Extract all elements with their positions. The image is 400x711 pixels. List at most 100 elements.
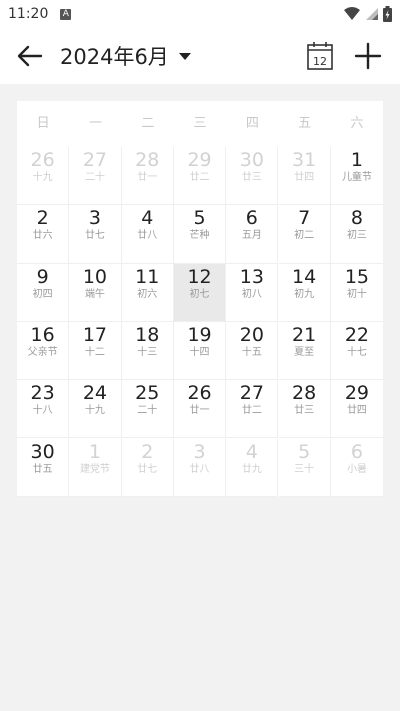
day-cell[interactable]: 14 初九 [278,263,331,322]
day-cell[interactable]: 20 十五 [226,321,279,381]
lunar-label: 二十 [84,172,105,183]
caret-down-icon [178,52,191,60]
day-cell[interactable]: 4 廿九 [226,438,279,497]
lunar-label: 初二 [294,230,315,242]
day-cell[interactable]: 29 廿二 [173,147,227,206]
day-cell[interactable]: 6 五月 [226,205,279,264]
lunar-label: 廿二 [189,172,210,183]
lunar-label: 十四 [189,346,210,358]
day-cell[interactable]: 2 廿六 [17,205,70,264]
day-number: 27 [239,382,264,405]
day-cell[interactable]: 19 十四 [173,321,227,381]
weekday-thu: 四 [245,116,259,131]
day-cell[interactable]: 18 十三 [121,321,174,381]
day-cell[interactable]: 30 廿三 [226,147,279,206]
lunar-label: 初六 [137,288,158,300]
day-cell[interactable]: 30 廿五 [17,438,70,497]
lunar-label: 端午 [84,288,105,300]
day-number: 23 [30,382,55,405]
day-cell[interactable]: 10 端午 [69,263,122,322]
day-number: 9 [36,265,49,288]
lunar-label: 廿五 [32,463,53,475]
lunar-label: 十三 [137,346,158,358]
day-number: 1 [350,149,363,171]
lunar-label: 廿六 [32,230,53,242]
day-number: 4 [245,440,258,463]
weekday-sun: 日 [36,116,50,131]
day-number: 25 [135,382,160,405]
day-cell[interactable]: 28 廿一 [121,147,174,206]
day-cell[interactable]: 13 初八 [226,263,279,322]
weekday-header: 日 一 二 三 四 五 六 [17,101,383,147]
day-cell[interactable]: 4 廿八 [121,205,174,264]
lunar-label: 五月 [241,230,262,242]
lunar-label: 廿七 [137,463,158,475]
weekday-sat: 六 [350,116,364,131]
day-number: 16 [30,323,55,346]
day-number: 7 [298,207,311,230]
day-cell[interactable]: 28 廿三 [278,380,331,439]
day-cell[interactable]: 21 夏至 [278,321,331,381]
lunar-label: 二十 [137,405,158,417]
day-number: 13 [239,265,264,288]
battery-icon [383,6,392,22]
lunar-label: 十九 [32,172,53,183]
day-number: 27 [82,149,108,171]
day-cell[interactable]: 26 廿一 [173,380,227,439]
day-cell[interactable]: 23 十八 [17,380,70,439]
lunar-label: 初八 [241,288,262,300]
day-cell[interactable]: 27 二十 [69,147,122,206]
arrow-left-icon [17,45,43,67]
day-cell[interactable]: 1 儿童节 [330,147,384,206]
day-cell[interactable]: 11 初六 [121,263,174,322]
day-cell[interactable]: 9 初四 [17,263,70,322]
lunar-label: 廿八 [137,230,158,242]
day-cell[interactable]: 29 廿四 [330,380,384,439]
day-cell[interactable]: 6 小暑 [330,439,384,497]
day-number: 2 [141,440,154,463]
lunar-label: 初四 [32,288,53,300]
back-button[interactable] [16,42,44,70]
add-event-button[interactable] [354,42,382,70]
day-cell[interactable]: 8 初三 [330,205,384,264]
day-cell[interactable]: 24 十九 [69,380,122,439]
day-cell[interactable]: 26 十九 [17,147,70,206]
plus-icon [354,42,382,70]
day-cell[interactable]: 3 廿八 [173,438,227,497]
day-cell[interactable]: 22 十七 [330,322,384,381]
day-number: 18 [135,323,160,346]
day-cell[interactable]: 5 芒种 [173,205,227,264]
day-cell[interactable]: 31 廿四 [278,147,331,206]
day-number: 17 [82,323,108,346]
day-number: 11 [135,265,160,288]
lunar-label: 廿四 [346,405,367,417]
day-number: 3 [88,207,101,230]
lunar-label: 初九 [294,288,315,300]
lunar-label: 父亲节 [27,346,58,358]
day-cell[interactable]: 7 初二 [278,205,331,264]
weekday-mon: 一 [88,116,102,131]
status-bar: 11:20 A [0,0,400,28]
day-number: 5 [193,207,206,230]
lunar-label: 十八 [32,405,53,417]
day-cell[interactable]: 17 十二 [69,321,122,381]
day-cell[interactable]: 15 初十 [330,264,384,322]
day-cell[interactable]: 25 二十 [121,380,174,439]
lunar-label: 小暑 [346,463,367,475]
day-cell[interactable]: 3 廿七 [69,205,122,264]
status-time: 11:20 [8,6,49,22]
day-cell[interactable]: 5 三十 [278,438,331,497]
day-cell-selected[interactable]: 12 初七 [173,263,227,322]
day-number: 6 [245,207,258,230]
month-selector[interactable]: 2024年6月 [60,42,191,70]
today-button[interactable]: 12 [305,40,335,72]
day-cell[interactable]: 16 父亲节 [17,321,70,381]
lunar-label: 廿八 [189,463,210,475]
day-cell[interactable]: 27 廿二 [226,380,279,439]
day-number: 31 [292,149,317,171]
lunar-label: 芒种 [189,230,210,242]
signal-icon [366,8,378,20]
day-cell[interactable]: 2 廿七 [121,438,174,497]
day-cell[interactable]: 1 建党节 [69,438,122,497]
lunar-label: 十七 [346,346,367,358]
